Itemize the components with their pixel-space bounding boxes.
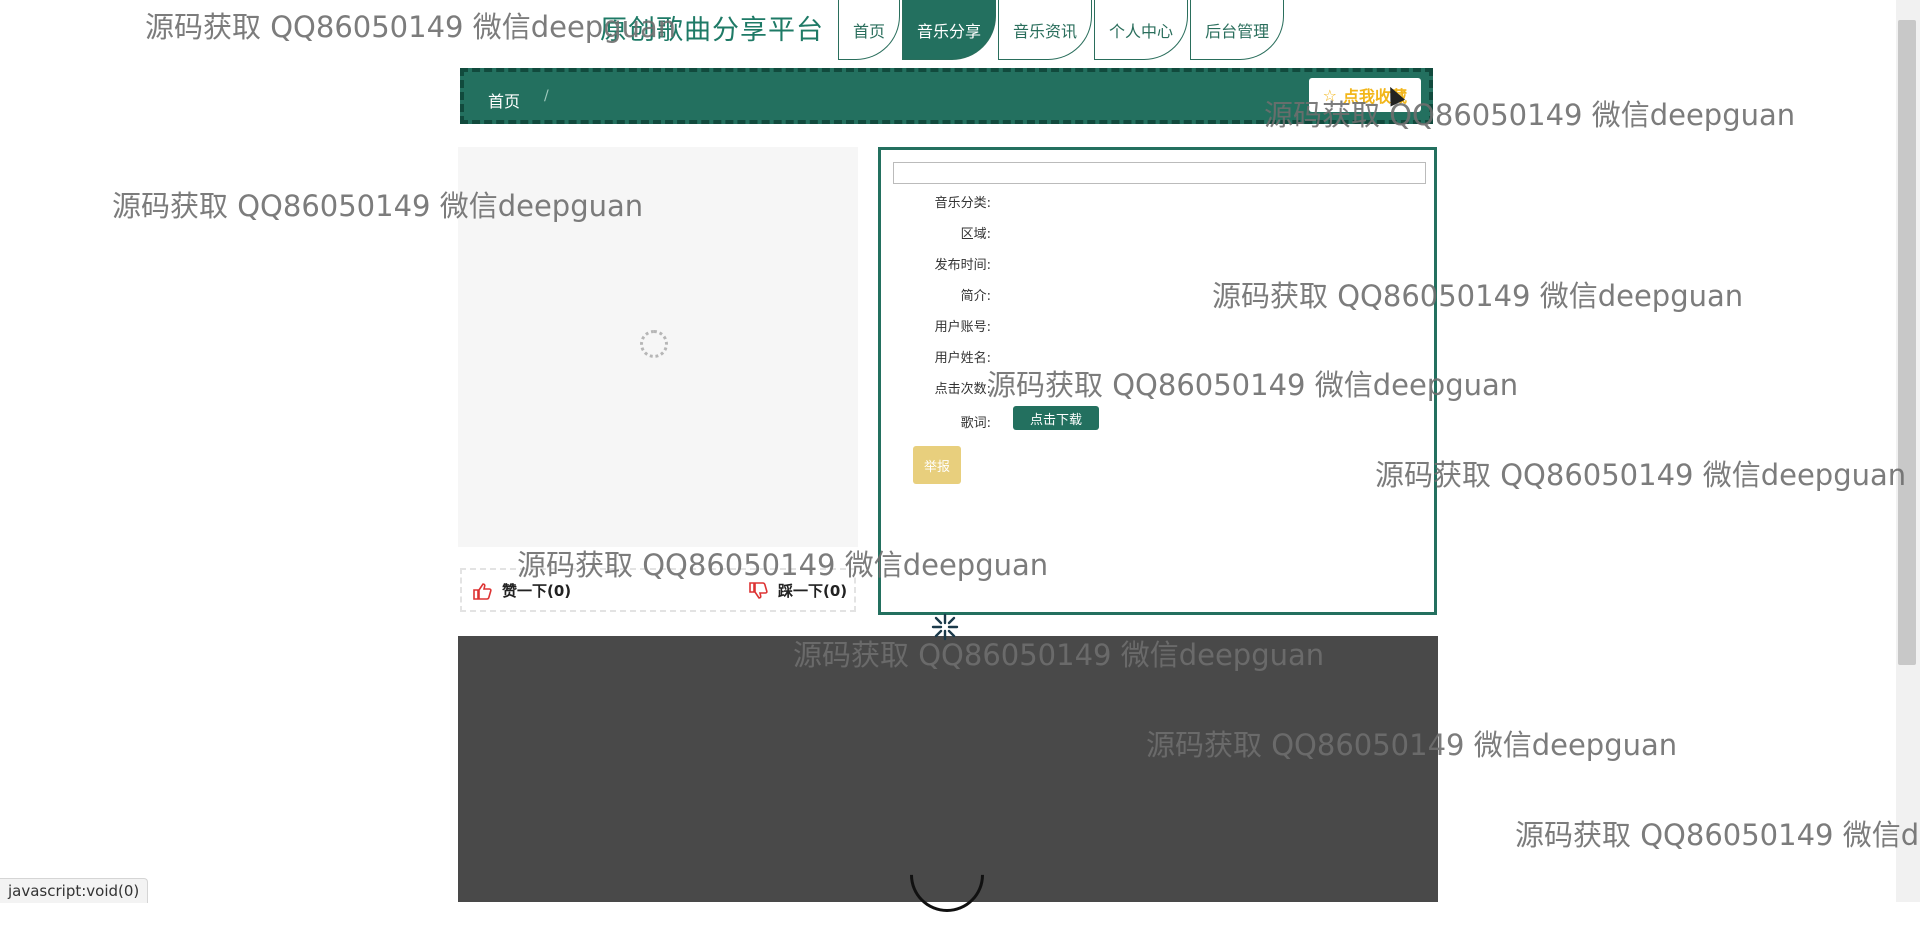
field-label-region: 区域: [960, 227, 991, 242]
field-label-category: 音乐分类: [934, 196, 991, 211]
field-label-publish-time: 发布时间: [934, 258, 991, 273]
watermark: 源码获取 QQ86050149 微信deepguan [1212, 279, 1744, 313]
watermark: 源码获取 QQ86050149 微信deepguan [793, 638, 1325, 672]
scrollbar-thumb[interactable] [1898, 20, 1916, 665]
field-label-click-count: 点击次数: [934, 382, 991, 397]
main-nav: 首页 音乐分享 音乐资讯 个人中心 后台管理 [838, 0, 1286, 60]
field-label-lyrics: 歌词: [960, 416, 991, 431]
thumbs-up-icon [473, 582, 492, 600]
watermark: 源码获取 QQ86050149 微信deepguan [1515, 818, 1920, 852]
loading-spinner-icon [640, 330, 668, 358]
watermark: 源码获取 QQ86050149 微信deepguan [1146, 728, 1678, 762]
watermark: 源码获取 QQ86050149 微信deepguan [145, 10, 677, 44]
tab-admin[interactable]: 后台管理 [1190, 0, 1285, 60]
watermark: 源码获取 QQ86050149 微信deepguan [112, 189, 644, 223]
watermark: 源码获取 QQ86050149 微信deepguan [1375, 458, 1907, 492]
breadcrumb-home-link[interactable]: 首页 [488, 88, 520, 112]
field-label-user-name: 用户姓名: [934, 351, 991, 366]
breadcrumb-separator: / [544, 88, 549, 104]
field-label-intro: 简介: [960, 289, 991, 304]
watermark: 源码获取 QQ86050149 微信deepguan [517, 548, 1049, 582]
watermark: 源码获取 QQ86050149 微信deepguan [1264, 98, 1796, 132]
tab-home[interactable]: 首页 [838, 0, 901, 60]
status-link-preview: javascript:void(0) [0, 878, 149, 903]
report-button[interactable]: 举报 [913, 446, 961, 484]
tab-personal-center[interactable]: 个人中心 [1094, 0, 1189, 60]
song-title-field[interactable] [893, 162, 1426, 184]
thumbs-down-icon [749, 581, 768, 599]
watermark: 源码获取 QQ86050149 微信deepguan [987, 368, 1519, 402]
tab-music-news[interactable]: 音乐资讯 [998, 0, 1093, 60]
field-label-user-account: 用户账号: [934, 320, 991, 335]
download-lyrics-button[interactable]: 点击下载 [1013, 406, 1099, 430]
tab-music-share[interactable]: 音乐分享 [902, 0, 997, 60]
